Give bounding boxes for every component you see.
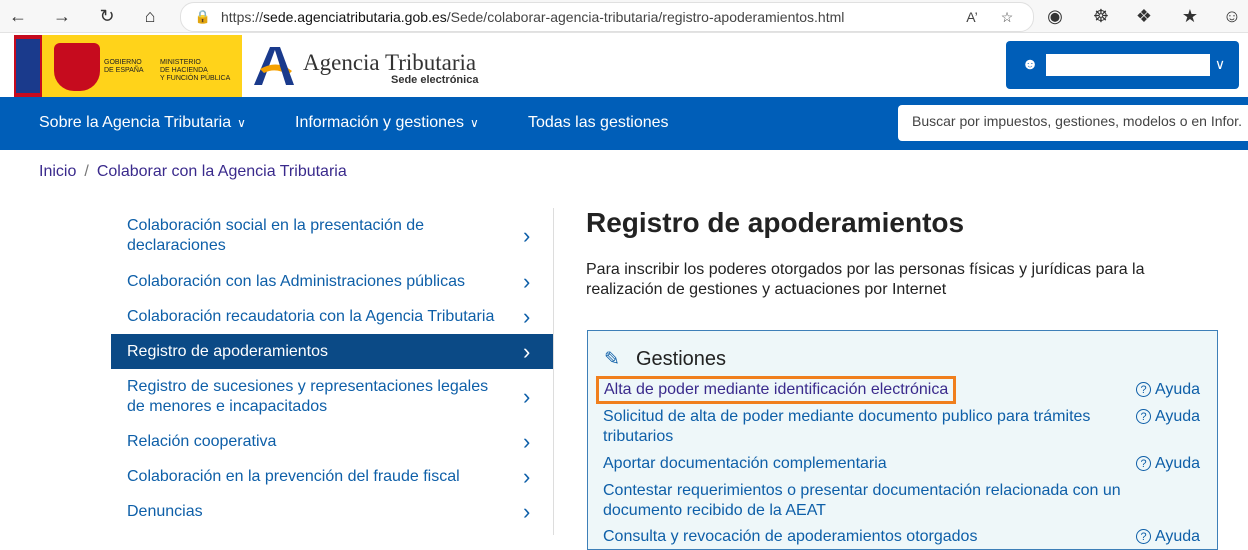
sidebar-item-recaudatoria[interactable]: Colaboración recaudatoria con la Agencia… [111, 299, 553, 334]
page-intro: Para inscribir los poderes otorgados por… [586, 261, 1145, 298]
sidebar: Colaboración social en la presentación d… [111, 208, 553, 529]
nav-item-sobre[interactable]: Sobre la Agencia Tributaria ∨ [39, 114, 246, 132]
favorites-icon[interactable]: ★ [1178, 4, 1202, 28]
sidebar-item-colaboracion-social[interactable]: Colaboración social en la presentación d… [111, 208, 553, 264]
chevron-right-icon: › [523, 383, 531, 409]
chevron-down-icon: ∨ [1214, 56, 1226, 72]
user-name-field [1046, 54, 1210, 76]
gestiones-panel: ✎ Gestiones Alta de poder mediante ident… [587, 330, 1218, 550]
gestion-aportar-documentacion[interactable]: Aportar documentación complementaria [603, 454, 1128, 474]
help-link[interactable]: ? Ayuda [1136, 380, 1200, 400]
chevron-right-icon: › [523, 498, 531, 524]
nav-item-todas[interactable]: Todas las gestiones [528, 114, 669, 132]
sidebar-item-label: Colaboración social en la presentación d… [127, 217, 425, 254]
gestiones-title: Gestiones [636, 348, 727, 370]
sidebar-item-label: Colaboración recaudatoria con la Agencia… [127, 307, 495, 325]
help-circle-icon: ? [1136, 409, 1151, 424]
chevron-right-icon: › [523, 463, 531, 489]
home-icon[interactable]: ⌂ [138, 4, 162, 28]
breadcrumb-separator: / [84, 163, 89, 180]
ministry-line3: y Función Pública [160, 75, 231, 82]
sidebar-item-label: Relación cooperativa [127, 432, 277, 450]
sidebar-item-label: Colaboración en la prevención del fraude… [127, 467, 460, 485]
eu-stripe [16, 39, 40, 93]
sidebar-item-denuncias[interactable]: Denuncias › [111, 494, 553, 529]
sidebar-item-apoderamientos[interactable]: Registro de apoderamientos › [111, 334, 553, 369]
ministry-line2: de Hacienda [160, 67, 208, 74]
forward-icon[interactable]: → [50, 4, 74, 28]
profile-icon[interactable]: ☺ [1220, 4, 1244, 28]
help-circle-icon: ? [1136, 382, 1151, 397]
sidebar-item-administraciones[interactable]: Colaboración con las Administraciones pú… [111, 264, 553, 299]
nav-item-informacion[interactable]: Información y gestiones ∨ [295, 114, 479, 132]
chevron-right-icon: › [523, 428, 531, 454]
user-icon: ☻ [1021, 56, 1039, 73]
page-title: Registro de apoderamientos [586, 207, 965, 238]
chevron-right-icon: › [523, 303, 531, 329]
sidebar-item-label: Denuncias [127, 502, 203, 520]
gestion-consulta-revocacion[interactable]: Consulta y revocación de apoderamientos … [603, 527, 1128, 547]
gob-line2: de España [104, 67, 144, 74]
gestion-solicitud-alta-documento[interactable]: Solicitud de alta de poder mediante docu… [603, 407, 1128, 447]
chevron-right-icon: › [523, 268, 531, 294]
agencia-tributaria-logo-icon[interactable] [252, 41, 296, 87]
breadcrumb: Inicio / Colaborar con la Agencia Tributar… [39, 163, 347, 181]
help-link[interactable]: ? Ayuda [1136, 454, 1200, 474]
extension-puzzle-icon[interactable]: ❖ [1132, 4, 1156, 28]
breadcrumb-colaborar[interactable]: Colaborar con la Agencia Tributaria [97, 163, 347, 180]
help-circle-icon: ? [1136, 456, 1151, 471]
tracking-icon[interactable]: ◉ [1043, 4, 1067, 28]
address-bar[interactable]: 🔒 https://sede.agenciatributaria.gob.es/… [180, 2, 1034, 32]
chevron-right-icon: › [523, 223, 531, 248]
help-link[interactable]: ? Ayuda [1136, 527, 1200, 547]
chevron-right-icon: › [523, 338, 531, 364]
sidebar-item-relacion-cooperativa[interactable]: Relación cooperativa › [111, 424, 553, 459]
sidebar-item-label: Colaboración con las Administraciones pú… [127, 272, 465, 290]
column-divider [553, 208, 554, 535]
sidebar-item-label: Registro de apoderamientos [127, 342, 329, 360]
edit-icon: ✎ [604, 349, 620, 370]
browser-toolbar: ← → ↻ ⌂ 🔒 https://sede.agenciatributaria… [0, 0, 1248, 33]
url-text: https://sede.agenciatributaria.gob.es/Se… [221, 9, 845, 25]
sidebar-item-sucesiones[interactable]: Registro de sucesiones y representacione… [111, 369, 553, 424]
read-aloud-icon[interactable]: A’ [961, 6, 983, 28]
lock-icon[interactable]: 🔒 [193, 7, 213, 27]
ministry-line1: Ministerio [160, 59, 201, 66]
help-circle-icon: ? [1136, 529, 1151, 544]
chevron-down-icon: ∨ [237, 116, 246, 130]
refresh-icon[interactable]: ↻ [95, 4, 119, 28]
sidebar-item-label: Registro de sucesiones y representacione… [127, 377, 489, 415]
chevron-down-icon: ∨ [469, 116, 479, 130]
search-box [898, 105, 1248, 141]
search-input[interactable] [912, 113, 1242, 129]
favorite-add-icon[interactable]: ☆ [996, 6, 1018, 28]
gob-line1: Gobierno [104, 59, 142, 66]
gestion-contestar-requerimientos[interactable]: Contestar requerimientos o presentar doc… [603, 481, 1128, 521]
user-menu[interactable]: ☻ ∨ [1006, 41, 1239, 89]
coat-of-arms-icon [54, 43, 100, 91]
gobierno-espana-logo[interactable]: Gobierno de España Ministerio de Haciend… [14, 35, 242, 97]
back-icon[interactable]: ← [6, 4, 30, 28]
extension-icon[interactable]: ☸ [1089, 4, 1113, 28]
breadcrumb-inicio[interactable]: Inicio [39, 163, 76, 180]
brand-subtitle: Sede electrónica [391, 74, 479, 86]
help-link[interactable]: ? Ayuda [1136, 407, 1200, 427]
gestion-alta-poder-electronica[interactable]: Alta de poder mediante identificación el… [596, 376, 957, 404]
sidebar-item-prevencion-fraude[interactable]: Colaboración en la prevención del fraude… [111, 459, 553, 494]
brand-name[interactable]: Agencia Tributaria [303, 50, 476, 76]
